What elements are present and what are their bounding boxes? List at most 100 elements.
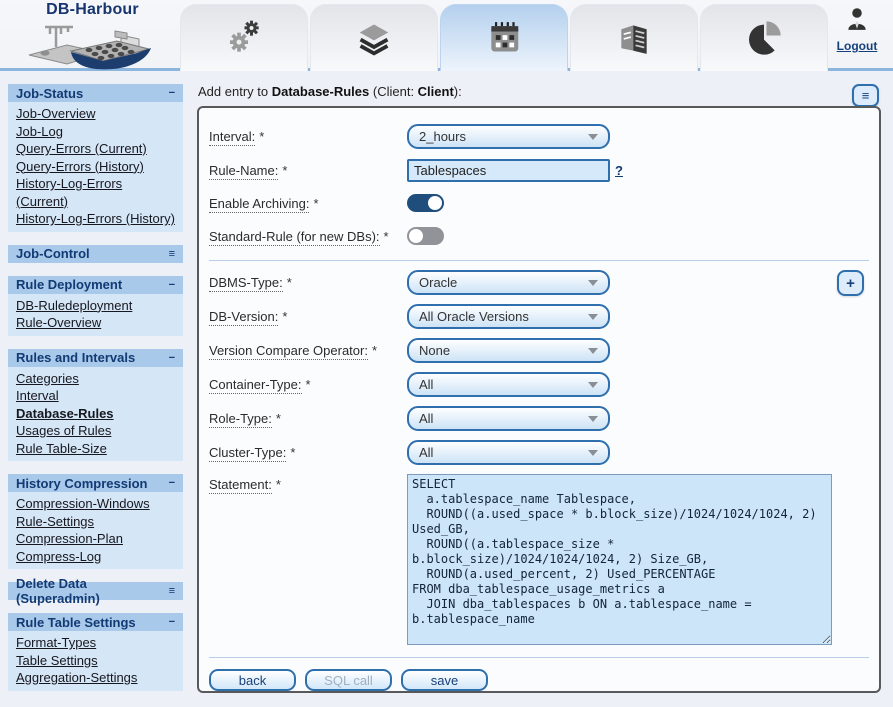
sidebar-nav: Job-Status − Job-Overview Job-Log Query-… xyxy=(8,84,183,704)
section-header-history-compression[interactable]: History Compression − xyxy=(8,474,183,492)
db-version-row: DB-Version:* All Oracle Versions xyxy=(209,304,869,329)
add-entry-form: Interval:* 2_hours Rule-Name:* ? Enable … xyxy=(197,106,881,693)
section-header-rule-deployment[interactable]: Rule Deployment − xyxy=(8,276,183,294)
collapse-icon[interactable]: − xyxy=(169,279,175,291)
sidebar-item-table-settings[interactable]: Table Settings xyxy=(8,652,183,670)
save-button[interactable]: save xyxy=(401,669,488,691)
section-header-rule-table-settings[interactable]: Rule Table Settings − xyxy=(8,613,183,631)
chevron-down-icon xyxy=(588,348,598,354)
sidebar-item-history-log-errors-current[interactable]: History-Log-Errors (Current) xyxy=(8,175,183,210)
heading-table-name: Database-Rules xyxy=(272,84,370,99)
back-button[interactable]: back xyxy=(209,669,296,691)
db-version-label: DB-Version:* xyxy=(209,309,407,324)
enable-archiving-row: Enable Archiving:* xyxy=(209,191,869,215)
collapse-icon[interactable]: − xyxy=(169,616,175,628)
sidebar-section-history-compression: History Compression − Compression-Window… xyxy=(8,474,183,569)
chevron-down-icon xyxy=(588,314,598,320)
heading-suffix: ): xyxy=(454,84,462,99)
chevron-down-icon xyxy=(588,280,598,286)
version-compare-operator-row: Version Compare Operator:* None xyxy=(209,338,869,363)
rule-name-row: Rule-Name:* ? xyxy=(209,158,869,182)
dbms-type-select[interactable]: Oracle xyxy=(407,270,610,295)
sidebar-item-rule-settings[interactable]: Rule-Settings xyxy=(8,513,183,531)
role-type-selected-value: All xyxy=(419,411,433,426)
container-type-selected-value: All xyxy=(419,377,433,392)
tab-schedule-active[interactable] xyxy=(440,4,568,71)
collapse-icon[interactable]: − xyxy=(169,87,175,99)
sql-call-button[interactable]: SQL call xyxy=(305,669,392,691)
sidebar-item-query-errors-history[interactable]: Query-Errors (History) xyxy=(8,158,183,176)
interval-row: Interval:* 2_hours xyxy=(209,124,869,149)
enable-archiving-toggle[interactable] xyxy=(407,194,444,212)
form-actions: back SQL call save xyxy=(209,669,869,691)
app-header: DB-Harbour xyxy=(0,0,893,71)
sidebar-item-rule-table-size[interactable]: Rule Table-Size xyxy=(8,440,183,458)
enable-archiving-label: Enable Archiving:* xyxy=(209,196,407,211)
sidebar-item-job-log[interactable]: Job-Log xyxy=(8,123,183,141)
section-title: Rules and Intervals xyxy=(16,350,135,365)
brand-name: DB-Harbour xyxy=(10,1,175,19)
sidebar-item-database-rules-active[interactable]: Database-Rules xyxy=(8,405,183,423)
standard-rule-toggle[interactable] xyxy=(407,227,444,245)
section-header-job-control[interactable]: Job-Control ≡ xyxy=(8,245,183,263)
sidebar-item-format-types[interactable]: Format-Types xyxy=(8,634,183,652)
sidebar-item-categories[interactable]: Categories xyxy=(8,370,183,388)
form-divider xyxy=(209,657,869,658)
role-type-select[interactable]: All xyxy=(407,406,610,431)
tab-reports[interactable] xyxy=(570,4,698,71)
tab-statistics[interactable] xyxy=(700,4,828,71)
statement-row: Statement:* SELECT a.tablespace_name Tab… xyxy=(209,474,869,645)
container-type-select[interactable]: All xyxy=(407,372,610,397)
sidebar-item-history-log-errors-history[interactable]: History-Log-Errors (History) xyxy=(8,210,183,228)
context-menu-button[interactable]: ≡ xyxy=(852,84,879,107)
add-condition-button[interactable]: + xyxy=(837,270,864,296)
rule-name-help-link[interactable]: ? xyxy=(615,163,623,178)
heading-client-name: Client xyxy=(418,84,454,99)
cluster-type-row: Cluster-Type:* All xyxy=(209,440,869,465)
version-compare-operator-select[interactable]: None xyxy=(407,338,610,363)
section-header-job-status[interactable]: Job-Status − xyxy=(8,84,183,102)
expand-icon[interactable]: ≡ xyxy=(169,585,175,597)
rule-name-input[interactable] xyxy=(407,159,610,182)
db-version-selected-value: All Oracle Versions xyxy=(419,309,529,324)
user-icon xyxy=(844,6,870,32)
page-title: Add entry to Database-Rules (Client: Cli… xyxy=(198,84,462,99)
interval-label: Interval:* xyxy=(209,129,407,144)
toggle-knob xyxy=(409,229,423,243)
heading-prefix: Add entry to xyxy=(198,84,272,99)
standard-rule-label: Standard-Rule (for new DBs):* xyxy=(209,229,407,244)
sidebar-item-query-errors-current[interactable]: Query-Errors (Current) xyxy=(8,140,183,158)
db-version-select[interactable]: All Oracle Versions xyxy=(407,304,610,329)
sidebar-item-compress-log[interactable]: Compress-Log xyxy=(8,548,183,566)
toggle-knob xyxy=(428,196,442,210)
sidebar-item-job-overview[interactable]: Job-Overview xyxy=(8,105,183,123)
sidebar-section-delete-data: Delete Data (Superadmin) ≡ xyxy=(8,582,183,600)
logout-link[interactable]: Logout xyxy=(837,39,878,53)
statement-label: Statement:* xyxy=(209,477,407,492)
tab-layers[interactable] xyxy=(310,4,438,71)
cluster-type-select[interactable]: All xyxy=(407,440,610,465)
sidebar-item-rule-overview[interactable]: Rule-Overview xyxy=(8,314,183,332)
statement-textarea[interactable]: SELECT a.tablespace_name Tablespace, ROU… xyxy=(407,474,832,645)
version-compare-operator-label: Version Compare Operator:* xyxy=(209,343,407,358)
layers-icon xyxy=(355,19,393,57)
dbms-type-row: DBMS-Type:* Oracle + xyxy=(209,270,869,295)
sidebar-item-db-ruledeployment[interactable]: DB-Ruledeployment xyxy=(8,297,183,315)
rule-name-label: Rule-Name:* xyxy=(209,163,407,178)
sidebar-item-usages-of-rules[interactable]: Usages of Rules xyxy=(8,422,183,440)
sidebar-item-compression-plan[interactable]: Compression-Plan xyxy=(8,530,183,548)
brand-logo: DB-Harbour xyxy=(10,1,175,76)
expand-icon[interactable]: ≡ xyxy=(169,248,175,260)
sidebar-item-aggregation-settings[interactable]: Aggregation-Settings xyxy=(8,669,183,687)
collapse-icon[interactable]: − xyxy=(169,477,175,489)
sidebar-item-interval[interactable]: Interval xyxy=(8,387,183,405)
sidebar-item-compression-windows[interactable]: Compression-Windows xyxy=(8,495,183,513)
logout-area: Logout xyxy=(829,6,885,55)
book-icon xyxy=(615,19,653,57)
section-header-delete-data[interactable]: Delete Data (Superadmin) ≡ xyxy=(8,582,183,600)
interval-select[interactable]: 2_hours xyxy=(407,124,610,149)
section-header-rules-and-intervals[interactable]: Rules and Intervals − xyxy=(8,349,183,367)
collapse-icon[interactable]: − xyxy=(169,352,175,364)
tab-administration[interactable] xyxy=(180,4,308,71)
sidebar-section-rule-table-settings: Rule Table Settings − Format-Types Table… xyxy=(8,613,183,691)
